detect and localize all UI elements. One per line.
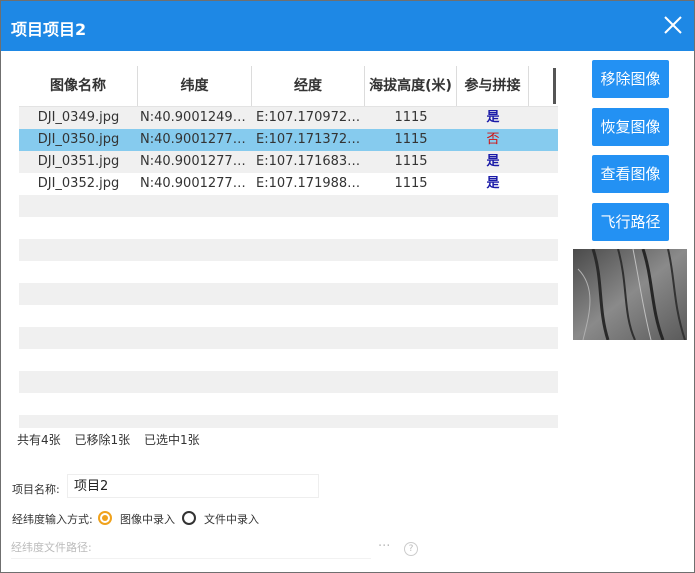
close-icon[interactable]: [662, 14, 684, 36]
column-header-longitude[interactable]: 经度: [252, 66, 365, 106]
cell-latitude: N:40.900127777...: [140, 132, 252, 147]
cell-longitude: E:107.17137222...: [256, 132, 363, 147]
empty-row: [19, 239, 558, 261]
image-preview: [573, 249, 687, 340]
table-row[interactable]: DJI_0351.jpg N:40.900127777... E:107.171…: [19, 151, 558, 173]
table-row-selected[interactable]: DJI_0350.jpg N:40.900127777... E:107.171…: [19, 129, 558, 151]
window-title: 项目项目2: [11, 20, 87, 39]
cell-image-name: DJI_0350.jpg: [37, 132, 120, 147]
cell-altitude: 1115: [394, 132, 428, 147]
help-icon[interactable]: ?: [404, 542, 418, 556]
project-name-label: 项目名称:: [12, 483, 60, 496]
table-row[interactable]: DJI_0352.jpg N:40.900127777... E:107.171…: [19, 173, 558, 195]
column-header-join[interactable]: 参与拼接: [457, 66, 529, 106]
table-scrollbar[interactable]: [553, 68, 556, 104]
radio-file-label[interactable]: 文件中录入: [204, 511, 259, 527]
cell-longitude: E:107.17168333...: [256, 154, 363, 169]
cell-longitude: E:107.17097222...: [256, 110, 363, 125]
column-header-image-name[interactable]: 图像名称: [19, 66, 138, 106]
cell-join: 是: [486, 154, 500, 169]
cell-altitude: 1115: [394, 176, 428, 191]
cell-image-name: DJI_0352.jpg: [37, 176, 120, 191]
cell-join: 否: [486, 132, 500, 147]
view-image-button[interactable]: 查看图像: [592, 155, 669, 193]
cell-image-name: DJI_0349.jpg: [37, 110, 120, 125]
cell-latitude: N:40.900124999...: [140, 110, 252, 125]
status-total: 共有4张: [17, 433, 61, 447]
file-path-input[interactable]: 经纬度文件路径:: [11, 538, 371, 559]
coord-mode-label: 经纬度输入方式:: [12, 513, 93, 526]
title-bar: 项目项目2: [1, 1, 694, 51]
column-header-altitude[interactable]: 海拔高度(米): [365, 66, 457, 106]
remove-image-button[interactable]: 移除图像: [592, 60, 669, 98]
browse-button[interactable]: ···: [378, 539, 390, 554]
empty-row: [19, 261, 558, 283]
table-header: 图像名称 纬度 经度 海拔高度(米) 参与拼接: [19, 66, 558, 107]
dialog-window: 项目项目2 图像名称 纬度 经度 海拔高度(米) 参与拼接 DJI_0349.j…: [0, 0, 695, 573]
status-removed: 已移除1张: [74, 433, 131, 447]
table-row[interactable]: DJI_0349.jpg N:40.900124999... E:107.170…: [19, 107, 558, 129]
cell-longitude: E:107.17198888...: [256, 176, 363, 191]
column-header-latitude[interactable]: 纬度: [138, 66, 252, 106]
cell-altitude: 1115: [394, 110, 428, 125]
empty-row: [19, 305, 558, 327]
cell-join: 是: [486, 110, 500, 125]
radio-image-input[interactable]: [98, 511, 112, 525]
flight-path-button[interactable]: 飞行路径: [592, 203, 669, 241]
cell-image-name: DJI_0351.jpg: [37, 154, 120, 169]
empty-row: [19, 195, 558, 217]
empty-row: [19, 349, 558, 371]
restore-image-button[interactable]: 恢复图像: [592, 108, 669, 146]
cell-join: 是: [486, 176, 500, 191]
cell-altitude: 1115: [394, 154, 428, 169]
empty-row: [19, 393, 558, 415]
empty-row: [19, 283, 558, 305]
radio-image-label[interactable]: 图像中录入: [120, 511, 175, 527]
empty-row: [19, 415, 558, 428]
status-bar: 共有4张 已移除1张 已选中1张: [17, 431, 210, 448]
empty-row: [19, 327, 558, 349]
image-table: 图像名称 纬度 经度 海拔高度(米) 参与拼接 DJI_0349.jpg N:4…: [19, 66, 558, 428]
project-name-input[interactable]: 项目2: [67, 474, 319, 498]
radio-file-input[interactable]: [182, 511, 196, 525]
empty-row: [19, 371, 558, 393]
status-selected: 已选中1张: [143, 433, 200, 447]
cell-latitude: N:40.900127777...: [140, 176, 252, 191]
empty-row: [19, 217, 558, 239]
cell-latitude: N:40.900127777...: [140, 154, 252, 169]
